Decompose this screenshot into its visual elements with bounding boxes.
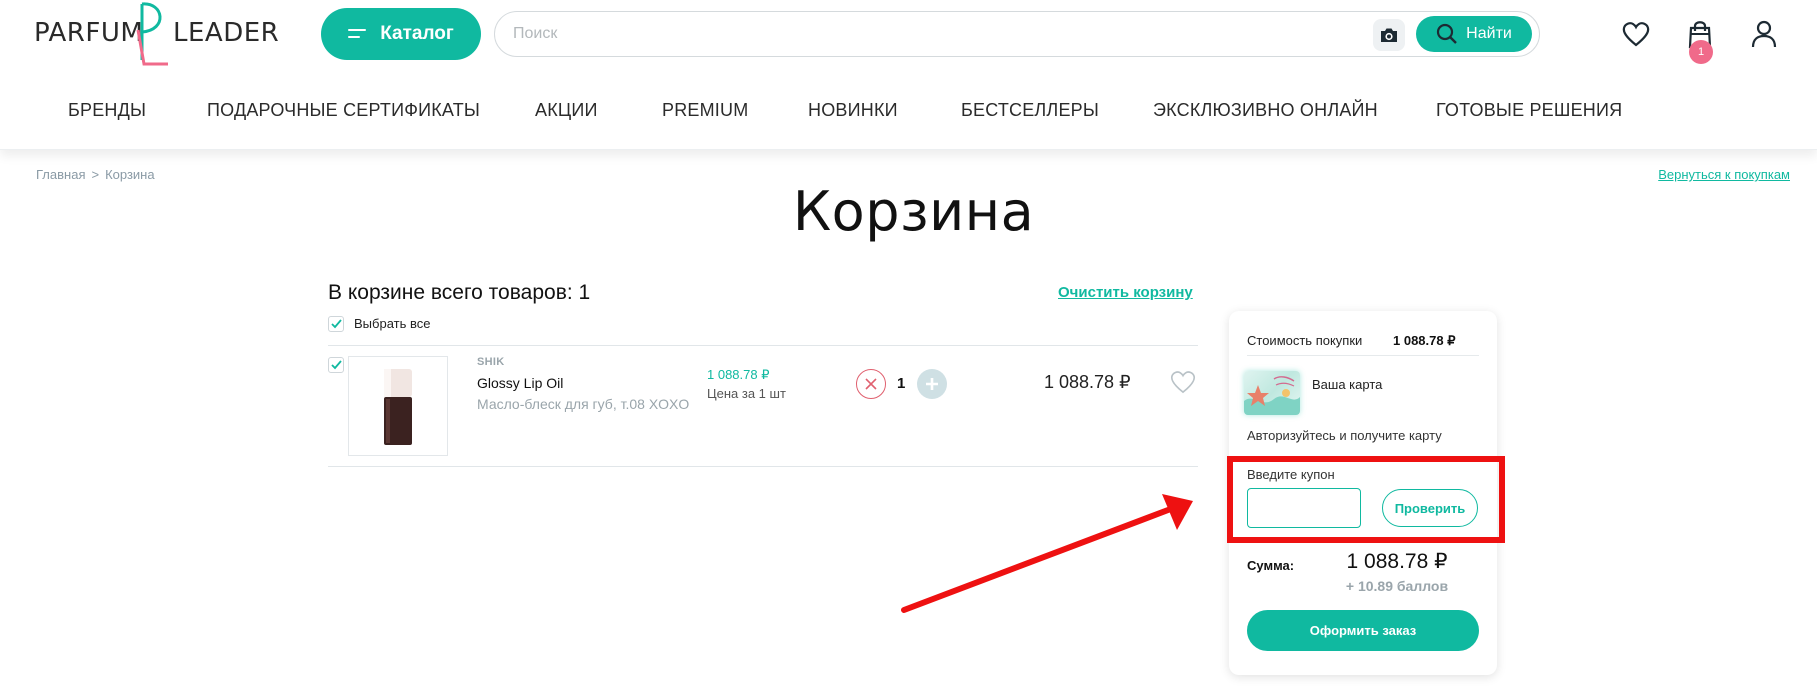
heart-icon: [1622, 22, 1650, 47]
select-all-label: Выбрать все: [354, 316, 431, 331]
site-header: PARFUM LEADER Каталог Найти: [0, 0, 1817, 150]
unit-price: 1 088.78 ₽: [707, 367, 770, 382]
search-input[interactable]: [513, 20, 1353, 48]
product-brand: SHIK: [477, 356, 505, 368]
menu-icon: [348, 28, 368, 40]
purchase-cost-label: Стоимость покупки: [1247, 333, 1363, 348]
divider: [328, 466, 1198, 467]
close-icon: [865, 378, 877, 390]
heart-icon: [1170, 371, 1196, 394]
cart-count-badge: 1: [1689, 40, 1713, 64]
site-logo[interactable]: PARFUM LEADER: [34, 0, 279, 68]
cart-items-count: В корзине всего товаров: 1: [328, 281, 591, 304]
page-title: Корзина: [792, 180, 1035, 243]
user-icon: [1751, 20, 1777, 48]
product-image[interactable]: [348, 356, 448, 456]
loyalty-card-image: [1244, 371, 1300, 415]
camera-icon: [1381, 28, 1397, 42]
unit-price-note: Цена за 1 шт: [707, 386, 786, 401]
checkout-button[interactable]: Оформить заказ: [1247, 610, 1479, 651]
sum-value: 1 088.78 ₽: [1346, 550, 1448, 573]
auth-hint[interactable]: Авторизуйтесь и получите карту: [1247, 428, 1442, 443]
checkmark-icon: [331, 360, 342, 370]
divider: [1247, 355, 1479, 356]
loyalty-card-picture: [1244, 376, 1300, 415]
nav-item-gift-cards[interactable]: ПОДАРОЧНЫЕ СЕРТИФИКАТЫ: [207, 100, 480, 121]
nav-item-bestsellers[interactable]: БЕСТСЕЛЛЕРЫ: [961, 100, 1099, 121]
logo-monogram: [136, 2, 168, 66]
plus-icon: [926, 378, 938, 390]
search-bar: Найти: [494, 11, 1540, 57]
coupon-highlight-box: [1227, 456, 1505, 543]
divider: [328, 345, 1198, 346]
nav-item-online-only[interactable]: ЭКСКЛЮЗИВНО ОНЛАЙН: [1153, 100, 1378, 121]
logo-text-right: LEADER: [173, 18, 280, 48]
catalog-label: Каталог: [380, 23, 454, 44]
nav-item-brands[interactable]: БРЕНДЫ: [68, 100, 146, 121]
bonus-points: + 10.89 баллов: [1345, 578, 1449, 594]
favorites-button[interactable]: [1618, 16, 1654, 52]
logo-text-left: PARFUM: [34, 18, 144, 48]
find-label: Найти: [1466, 25, 1512, 42]
add-to-favorites-button[interactable]: [1170, 370, 1196, 399]
catalog-button[interactable]: Каталог: [321, 8, 481, 60]
purchase-cost-value: 1 088.78 ₽: [1393, 333, 1456, 348]
main-nav: БРЕНДЫ ПОДАРОЧНЫЕ СЕРТИФИКАТЫ АКЦИИ PREM…: [0, 100, 1817, 124]
sum-label: Сумма:: [1247, 558, 1295, 573]
product-description: Масло-блеск для губ, т.08 XOXO: [477, 396, 690, 412]
lip-oil-bottle-image: [384, 369, 412, 445]
quantity-value: 1: [897, 375, 906, 392]
nav-item-ready-sets[interactable]: ГОТОВЫЕ РЕШЕНИЯ: [1436, 100, 1622, 121]
checkmark-icon: [331, 319, 342, 329]
nav-item-premium[interactable]: PREMIUM: [662, 100, 748, 121]
remove-item-button[interactable]: [856, 369, 886, 399]
nav-item-new[interactable]: НОВИНКИ: [808, 100, 898, 121]
account-button[interactable]: [1746, 16, 1782, 52]
clear-cart-link[interactable]: Очистить корзину: [1058, 284, 1193, 301]
select-all-checkbox[interactable]: [328, 316, 344, 332]
camera-search-button[interactable]: [1373, 19, 1405, 51]
search-icon: [1437, 23, 1458, 44]
loyalty-card-title: Ваша карта: [1312, 377, 1383, 392]
nav-item-promotions[interactable]: АКЦИИ: [535, 100, 598, 121]
increase-quantity-button[interactable]: [917, 369, 947, 399]
item-total: 1 088.78 ₽: [1044, 372, 1131, 392]
find-button[interactable]: Найти: [1416, 16, 1532, 52]
product-name[interactable]: Glossy Lip Oil: [477, 375, 563, 391]
item-checkbox[interactable]: [328, 357, 344, 373]
